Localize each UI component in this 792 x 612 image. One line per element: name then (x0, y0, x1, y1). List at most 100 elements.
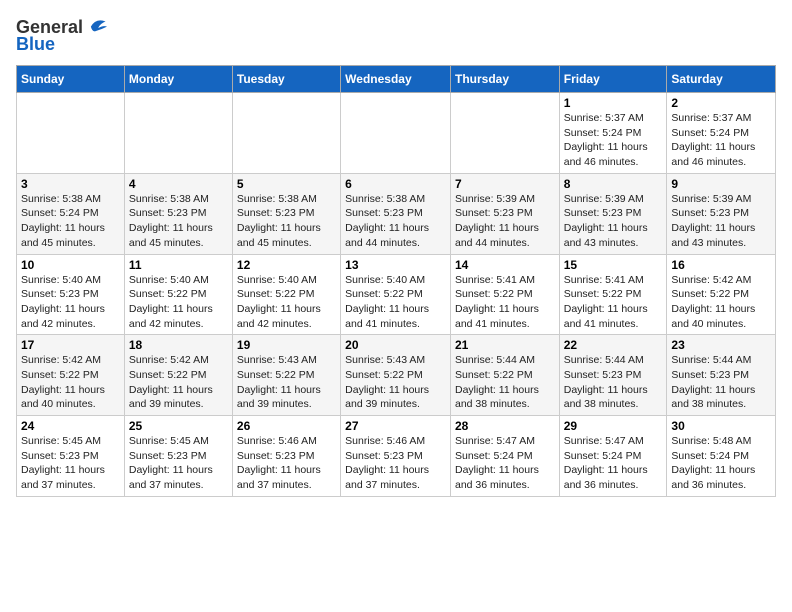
calendar-cell: 12Sunrise: 5:40 AM Sunset: 5:22 PM Dayli… (232, 254, 340, 335)
day-number: 11 (129, 258, 228, 272)
day-info: Sunrise: 5:45 AM Sunset: 5:23 PM Dayligh… (129, 434, 228, 493)
day-info: Sunrise: 5:42 AM Sunset: 5:22 PM Dayligh… (129, 353, 228, 412)
day-number: 21 (455, 338, 555, 352)
calendar-cell (450, 93, 559, 174)
day-number: 23 (671, 338, 771, 352)
day-info: Sunrise: 5:38 AM Sunset: 5:23 PM Dayligh… (129, 192, 228, 251)
day-info: Sunrise: 5:42 AM Sunset: 5:22 PM Dayligh… (671, 273, 771, 332)
day-info: Sunrise: 5:38 AM Sunset: 5:24 PM Dayligh… (21, 192, 120, 251)
logo: General Blue (16, 16, 107, 55)
day-info: Sunrise: 5:44 AM Sunset: 5:23 PM Dayligh… (671, 353, 771, 412)
day-number: 12 (237, 258, 336, 272)
day-number: 18 (129, 338, 228, 352)
day-info: Sunrise: 5:44 AM Sunset: 5:23 PM Dayligh… (564, 353, 663, 412)
day-info: Sunrise: 5:39 AM Sunset: 5:23 PM Dayligh… (455, 192, 555, 251)
calendar-cell: 17Sunrise: 5:42 AM Sunset: 5:22 PM Dayli… (17, 335, 125, 416)
day-number: 14 (455, 258, 555, 272)
day-info: Sunrise: 5:38 AM Sunset: 5:23 PM Dayligh… (345, 192, 446, 251)
header-wednesday: Wednesday (341, 66, 451, 93)
day-number: 13 (345, 258, 446, 272)
day-number: 9 (671, 177, 771, 191)
day-number: 29 (564, 419, 663, 433)
calendar-cell: 18Sunrise: 5:42 AM Sunset: 5:22 PM Dayli… (124, 335, 232, 416)
calendar-cell (124, 93, 232, 174)
calendar-cell: 20Sunrise: 5:43 AM Sunset: 5:22 PM Dayli… (341, 335, 451, 416)
day-info: Sunrise: 5:41 AM Sunset: 5:22 PM Dayligh… (455, 273, 555, 332)
calendar-cell: 6Sunrise: 5:38 AM Sunset: 5:23 PM Daylig… (341, 173, 451, 254)
calendar-cell: 16Sunrise: 5:42 AM Sunset: 5:22 PM Dayli… (667, 254, 776, 335)
calendar-cell: 9Sunrise: 5:39 AM Sunset: 5:23 PM Daylig… (667, 173, 776, 254)
day-number: 25 (129, 419, 228, 433)
header-sunday: Sunday (17, 66, 125, 93)
header-saturday: Saturday (667, 66, 776, 93)
calendar-cell (17, 93, 125, 174)
day-info: Sunrise: 5:45 AM Sunset: 5:23 PM Dayligh… (21, 434, 120, 493)
day-number: 8 (564, 177, 663, 191)
calendar-cell: 24Sunrise: 5:45 AM Sunset: 5:23 PM Dayli… (17, 416, 125, 497)
day-info: Sunrise: 5:43 AM Sunset: 5:22 PM Dayligh… (345, 353, 446, 412)
day-number: 26 (237, 419, 336, 433)
day-info: Sunrise: 5:40 AM Sunset: 5:22 PM Dayligh… (345, 273, 446, 332)
header: General Blue (16, 16, 776, 55)
calendar-week-row: 10Sunrise: 5:40 AM Sunset: 5:23 PM Dayli… (17, 254, 776, 335)
day-info: Sunrise: 5:46 AM Sunset: 5:23 PM Dayligh… (345, 434, 446, 493)
calendar-cell: 19Sunrise: 5:43 AM Sunset: 5:22 PM Dayli… (232, 335, 340, 416)
day-number: 10 (21, 258, 120, 272)
day-info: Sunrise: 5:41 AM Sunset: 5:22 PM Dayligh… (564, 273, 663, 332)
calendar-cell: 14Sunrise: 5:41 AM Sunset: 5:22 PM Dayli… (450, 254, 559, 335)
calendar-cell: 1Sunrise: 5:37 AM Sunset: 5:24 PM Daylig… (559, 93, 667, 174)
calendar-cell: 22Sunrise: 5:44 AM Sunset: 5:23 PM Dayli… (559, 335, 667, 416)
day-info: Sunrise: 5:47 AM Sunset: 5:24 PM Dayligh… (455, 434, 555, 493)
calendar-cell: 27Sunrise: 5:46 AM Sunset: 5:23 PM Dayli… (341, 416, 451, 497)
calendar-cell (232, 93, 340, 174)
day-number: 19 (237, 338, 336, 352)
calendar-cell: 30Sunrise: 5:48 AM Sunset: 5:24 PM Dayli… (667, 416, 776, 497)
day-number: 16 (671, 258, 771, 272)
day-info: Sunrise: 5:37 AM Sunset: 5:24 PM Dayligh… (564, 111, 663, 170)
calendar-header-row: SundayMondayTuesdayWednesdayThursdayFrid… (17, 66, 776, 93)
day-number: 27 (345, 419, 446, 433)
day-info: Sunrise: 5:40 AM Sunset: 5:23 PM Dayligh… (21, 273, 120, 332)
calendar-cell: 11Sunrise: 5:40 AM Sunset: 5:22 PM Dayli… (124, 254, 232, 335)
calendar-cell (341, 93, 451, 174)
calendar-week-row: 1Sunrise: 5:37 AM Sunset: 5:24 PM Daylig… (17, 93, 776, 174)
calendar-cell: 5Sunrise: 5:38 AM Sunset: 5:23 PM Daylig… (232, 173, 340, 254)
day-number: 4 (129, 177, 228, 191)
day-info: Sunrise: 5:40 AM Sunset: 5:22 PM Dayligh… (237, 273, 336, 332)
day-info: Sunrise: 5:39 AM Sunset: 5:23 PM Dayligh… (671, 192, 771, 251)
calendar-week-row: 17Sunrise: 5:42 AM Sunset: 5:22 PM Dayli… (17, 335, 776, 416)
day-number: 5 (237, 177, 336, 191)
logo-bird-icon (85, 16, 107, 38)
header-tuesday: Tuesday (232, 66, 340, 93)
day-info: Sunrise: 5:37 AM Sunset: 5:24 PM Dayligh… (671, 111, 771, 170)
day-number: 24 (21, 419, 120, 433)
calendar: SundayMondayTuesdayWednesdayThursdayFrid… (16, 65, 776, 497)
day-number: 3 (21, 177, 120, 191)
day-info: Sunrise: 5:38 AM Sunset: 5:23 PM Dayligh… (237, 192, 336, 251)
day-info: Sunrise: 5:39 AM Sunset: 5:23 PM Dayligh… (564, 192, 663, 251)
calendar-cell: 2Sunrise: 5:37 AM Sunset: 5:24 PM Daylig… (667, 93, 776, 174)
calendar-cell: 29Sunrise: 5:47 AM Sunset: 5:24 PM Dayli… (559, 416, 667, 497)
calendar-cell: 3Sunrise: 5:38 AM Sunset: 5:24 PM Daylig… (17, 173, 125, 254)
calendar-cell: 13Sunrise: 5:40 AM Sunset: 5:22 PM Dayli… (341, 254, 451, 335)
day-number: 1 (564, 96, 663, 110)
calendar-cell: 28Sunrise: 5:47 AM Sunset: 5:24 PM Dayli… (450, 416, 559, 497)
day-info: Sunrise: 5:47 AM Sunset: 5:24 PM Dayligh… (564, 434, 663, 493)
day-info: Sunrise: 5:43 AM Sunset: 5:22 PM Dayligh… (237, 353, 336, 412)
header-thursday: Thursday (450, 66, 559, 93)
calendar-cell: 26Sunrise: 5:46 AM Sunset: 5:23 PM Dayli… (232, 416, 340, 497)
day-info: Sunrise: 5:42 AM Sunset: 5:22 PM Dayligh… (21, 353, 120, 412)
calendar-cell: 21Sunrise: 5:44 AM Sunset: 5:22 PM Dayli… (450, 335, 559, 416)
calendar-cell: 4Sunrise: 5:38 AM Sunset: 5:23 PM Daylig… (124, 173, 232, 254)
day-number: 2 (671, 96, 771, 110)
day-info: Sunrise: 5:44 AM Sunset: 5:22 PM Dayligh… (455, 353, 555, 412)
calendar-week-row: 3Sunrise: 5:38 AM Sunset: 5:24 PM Daylig… (17, 173, 776, 254)
calendar-cell: 15Sunrise: 5:41 AM Sunset: 5:22 PM Dayli… (559, 254, 667, 335)
header-monday: Monday (124, 66, 232, 93)
day-info: Sunrise: 5:40 AM Sunset: 5:22 PM Dayligh… (129, 273, 228, 332)
calendar-cell: 23Sunrise: 5:44 AM Sunset: 5:23 PM Dayli… (667, 335, 776, 416)
day-number: 30 (671, 419, 771, 433)
day-number: 6 (345, 177, 446, 191)
day-number: 15 (564, 258, 663, 272)
day-number: 20 (345, 338, 446, 352)
